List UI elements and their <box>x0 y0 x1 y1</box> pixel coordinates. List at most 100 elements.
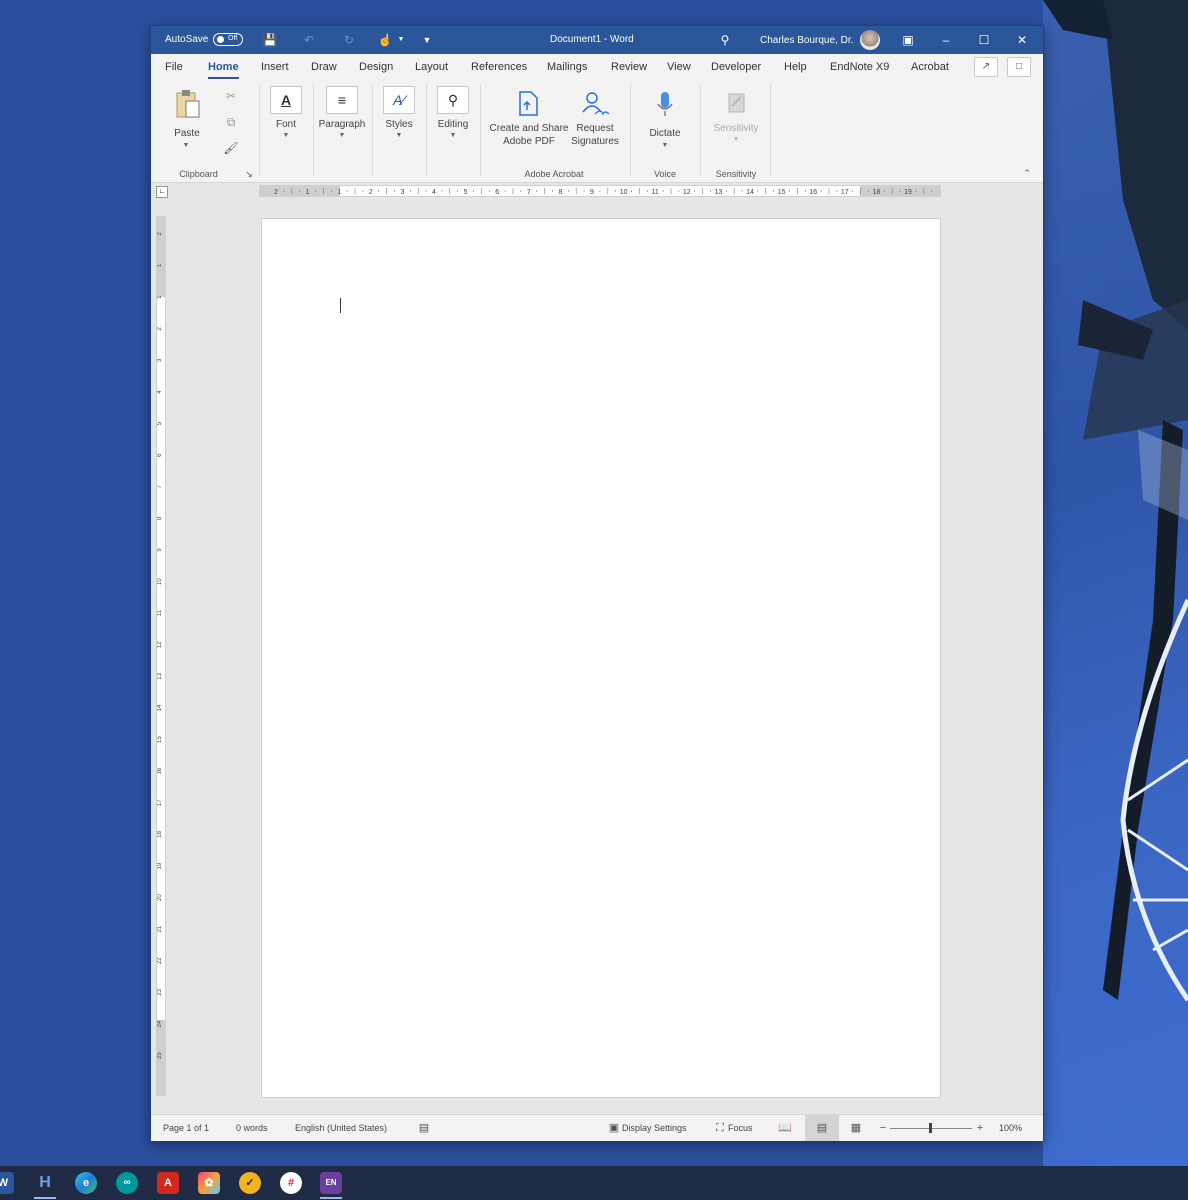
request-signatures-label-2: Signatures <box>571 136 619 147</box>
user-name[interactable]: Charles Bourque, Dr. <box>760 35 853 46</box>
dictate-chevron-icon[interactable]: ▼ <box>660 142 670 149</box>
word-taskbar-icon[interactable]: W <box>0 1172 14 1194</box>
styles-icon[interactable]: A⁄ <box>383 86 415 114</box>
format-painter-icon[interactable]: 🖌 <box>223 142 239 155</box>
zoom-slider-thumb[interactable] <box>929 1123 932 1133</box>
copy-icon[interactable]: ⧉ <box>223 116 239 129</box>
document-page[interactable] <box>261 218 941 1098</box>
text-cursor <box>340 298 341 313</box>
slack-taskbar-icon[interactable]: # <box>280 1172 302 1194</box>
maximize-icon[interactable]: ☐ <box>975 31 993 49</box>
tab-layout[interactable]: Layout <box>415 61 448 73</box>
avatar[interactable] <box>860 30 880 50</box>
zoom-out-icon[interactable]: − <box>875 1121 891 1135</box>
collapse-ribbon-icon[interactable]: ⌃ <box>1023 168 1031 179</box>
accessibility-icon[interactable]: ▤ <box>416 1121 432 1135</box>
hyper-taskbar-icon[interactable]: H <box>34 1172 56 1194</box>
ruler-tick-label: 25 <box>157 1052 163 1059</box>
ribbon-separator <box>313 84 314 176</box>
font-icon[interactable]: A <box>270 86 302 114</box>
paragraph-icon[interactable]: ≡ <box>326 86 358 114</box>
paragraph-chevron-icon[interactable]: ▼ <box>337 132 347 139</box>
tab-home[interactable]: Home <box>208 61 239 79</box>
focus-icon[interactable]: ⛶ <box>712 1121 728 1135</box>
share-button[interactable]: ↗ <box>974 57 998 77</box>
tab-view[interactable]: View <box>667 61 691 73</box>
tab-mailings[interactable]: Mailings <box>547 61 587 73</box>
ribbon-separator <box>480 84 481 176</box>
editing-chevron-icon[interactable]: ▼ <box>448 132 458 139</box>
ruler-tick-label: 13 <box>715 189 723 196</box>
tab-design[interactable]: Design <box>359 61 393 73</box>
tab-developer[interactable]: Developer <box>711 61 761 73</box>
ruler-tick-label: 8 <box>558 189 562 196</box>
display-settings-label[interactable]: Display Settings <box>622 1123 687 1133</box>
vertical-ruler[interactable]: 2 1 1 2 3 4 5 6 7 8 9 10 11 12 13 14 15 16 17 18 19 20 21 22 23 2… <box>156 216 166 1096</box>
tab-insert[interactable]: Insert <box>261 61 289 73</box>
redo-icon[interactable]: ↻ <box>341 32 357 48</box>
autosave-label: AutoSave <box>165 34 209 45</box>
search-icon[interactable]: ⚲ <box>717 32 733 48</box>
page-count[interactable]: Page 1 of 1 <box>163 1123 209 1133</box>
font-chevron-icon[interactable]: ▼ <box>281 132 291 139</box>
ruler-tick-label: 21 <box>157 925 163 932</box>
word-count[interactable]: 0 words <box>236 1123 268 1133</box>
zoom-level[interactable]: 100% <box>999 1123 1022 1133</box>
editing-icon[interactable]: ⚲ <box>437 86 469 114</box>
paste-icon[interactable] <box>173 88 203 120</box>
undo-icon[interactable]: ↶ <box>301 32 317 48</box>
norton-taskbar-icon[interactable]: ✓ <box>239 1172 261 1194</box>
ruler-tick-label: 11 <box>652 189 659 196</box>
ruler-tick-label: 19 <box>157 862 163 869</box>
ruler-tick-label: 10 <box>157 578 163 585</box>
adobe-acrobat-group-label: Adobe Acrobat <box>524 169 584 179</box>
ruler-tick-label: 9 <box>157 548 163 552</box>
touch-mode-icon[interactable]: ☝ <box>377 32 393 48</box>
ruler-tick-label: 5 <box>464 189 468 196</box>
read-mode-icon[interactable]: 📖 <box>777 1121 793 1135</box>
touch-mode-chevron-icon[interactable]: ▼ <box>393 32 409 48</box>
cut-icon[interactable]: ✂ <box>223 90 239 103</box>
language-status[interactable]: English (United States) <box>295 1123 387 1133</box>
paste-chevron-icon[interactable]: ▼ <box>181 142 191 149</box>
ruler-tick-label: 2 <box>157 232 163 236</box>
close-icon[interactable]: ✕ <box>1013 31 1031 49</box>
display-settings-icon[interactable]: ▣ <box>606 1121 622 1135</box>
tab-endnote[interactable]: EndNote X9 <box>830 61 889 73</box>
arduino-taskbar-icon[interactable]: ∞ <box>116 1172 138 1194</box>
zoom-in-icon[interactable]: + <box>972 1121 988 1135</box>
print-layout-icon[interactable]: ▤ <box>805 1115 839 1141</box>
horizontal-ruler-bar[interactable]: 2 1 1 2 3 4 5 6 7 8 9 10 11 12 13 14 15 16 17 18 19 <box>259 185 941 197</box>
edge-taskbar-icon[interactable]: e <box>75 1172 97 1194</box>
styles-chevron-icon[interactable]: ▼ <box>394 132 404 139</box>
tab-selector-icon[interactable]: ∟ <box>156 186 168 198</box>
tab-references[interactable]: References <box>471 61 527 73</box>
acrobat-taskbar-icon[interactable]: A <box>157 1172 179 1194</box>
clipboard-launcher-icon[interactable]: ↘ <box>245 169 253 180</box>
save-icon[interactable]: 💾 <box>262 32 278 48</box>
customize-qat-icon[interactable]: ▼ <box>419 32 435 48</box>
endnote-taskbar-icon[interactable]: EN <box>320 1172 342 1194</box>
desktop-wallpaper <box>1043 0 1188 1166</box>
microphone-icon[interactable] <box>656 90 674 118</box>
ruler-tick-label: 8 <box>157 516 163 520</box>
ruler-tick-label: 4 <box>157 390 163 394</box>
autosave-toggle[interactable]: Off <box>213 33 243 46</box>
request-signatures-icon[interactable] <box>581 90 611 118</box>
photos-taskbar-icon[interactable]: ✿ <box>198 1172 220 1194</box>
tab-review[interactable]: Review <box>611 61 647 73</box>
web-layout-icon[interactable]: ▦ <box>848 1121 864 1135</box>
minimize-icon[interactable]: – <box>937 31 955 49</box>
ribbon-separator <box>770 84 771 176</box>
tab-help[interactable]: Help <box>784 61 807 73</box>
ribbon-display-options-icon[interactable]: ▣ <box>899 31 917 49</box>
tab-file[interactable]: File <box>165 61 183 73</box>
tab-draw[interactable]: Draw <box>311 61 337 73</box>
ribbon-tabs: File Home Insert Draw Design Layout Refe… <box>151 54 1043 80</box>
autosave-toggle-knob <box>217 36 224 43</box>
ruler-tick-label: 18 <box>873 189 881 196</box>
create-pdf-icon[interactable] <box>517 90 541 118</box>
focus-label[interactable]: Focus <box>728 1123 753 1133</box>
comments-button[interactable]: □ <box>1007 57 1031 77</box>
tab-acrobat[interactable]: Acrobat <box>911 61 949 73</box>
